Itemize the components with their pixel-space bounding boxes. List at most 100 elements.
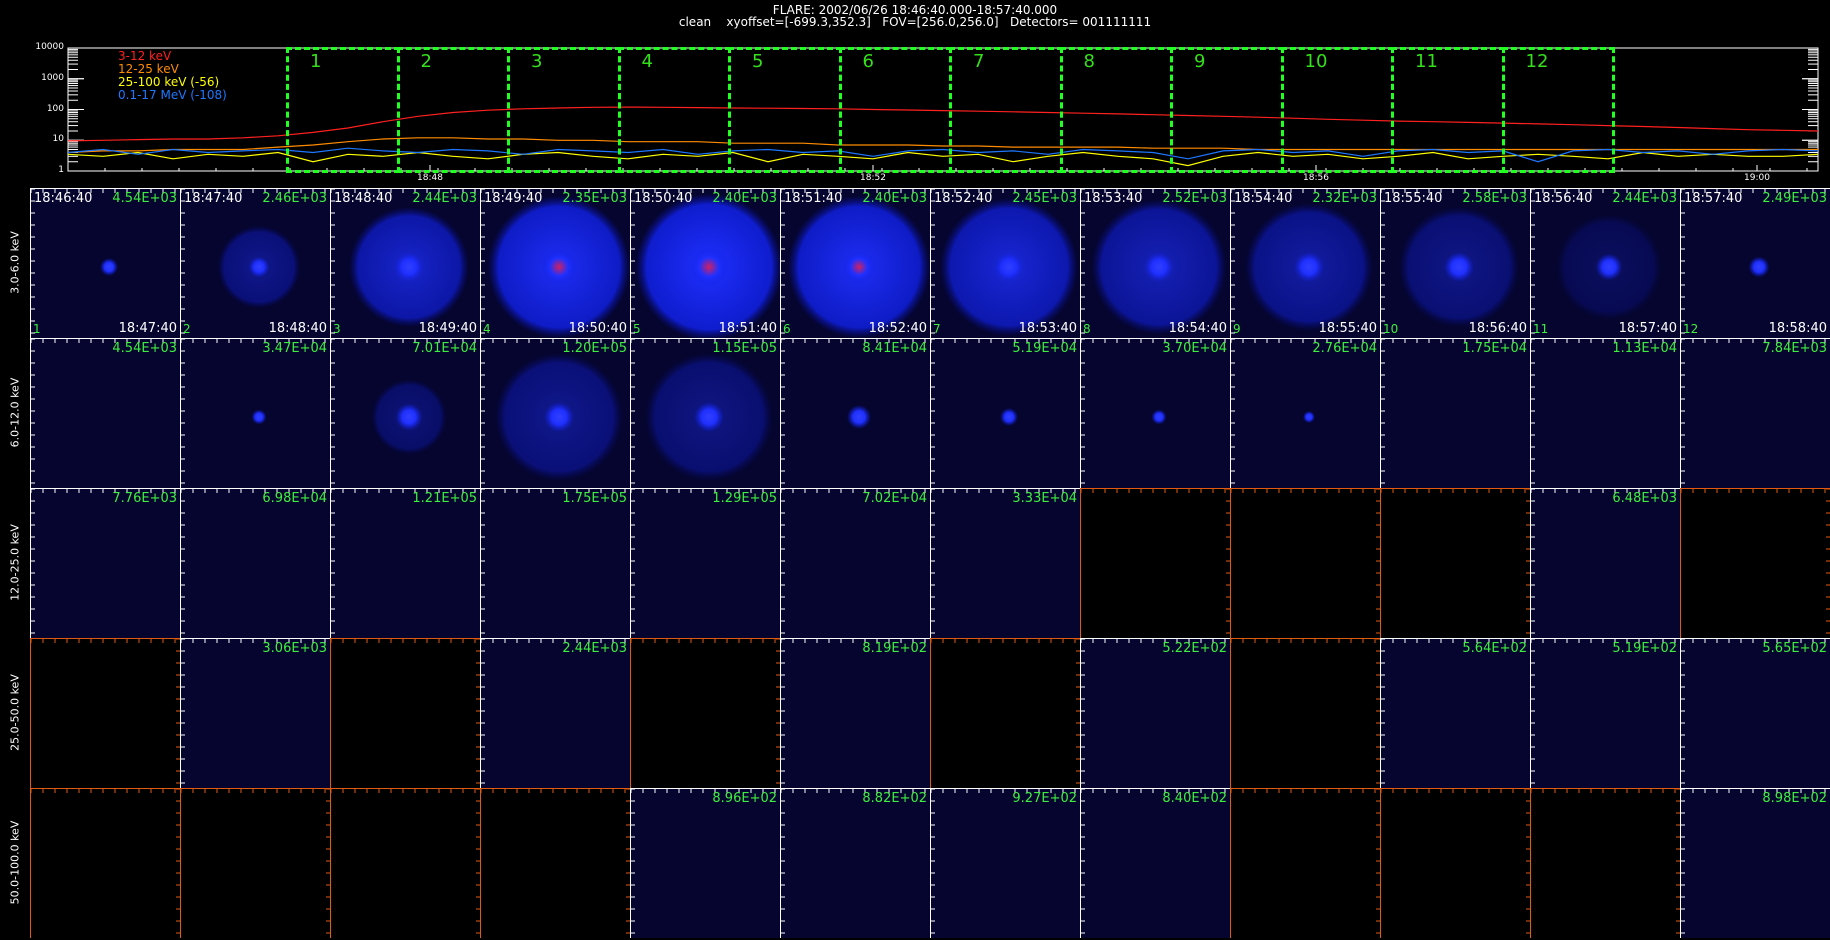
source-image: [1381, 339, 1526, 484]
source-image: [1381, 189, 1526, 334]
y-tick-label: 10000: [35, 42, 64, 52]
peak-value: 7.84E+03: [1762, 341, 1827, 356]
source-core: [1000, 408, 1018, 426]
source-image: [1681, 789, 1826, 934]
image-cell: 5.65E+02: [1680, 638, 1830, 788]
image-cell: [1530, 788, 1680, 938]
source-image: [631, 339, 776, 484]
peak-value: 2.44E+03: [412, 191, 477, 206]
end-time-label: 18:56:40: [1468, 321, 1527, 336]
peak-value: 9.27E+02: [1012, 791, 1077, 806]
image-cell: [1680, 488, 1830, 638]
source-image: [481, 639, 626, 784]
image-cell: [1230, 788, 1380, 938]
interval-index: 3: [333, 322, 341, 336]
end-time-label: 18:54:40: [1168, 321, 1227, 336]
lightcurve-axes: [67, 47, 1819, 172]
peak-value: 7.01E+04: [412, 341, 477, 356]
plot-subtitle: clean xyoffset=[-699.3,352.3] FOV=[256.0…: [678, 15, 1152, 29]
peak-value: 5.64E+02: [1462, 641, 1527, 656]
source-image: [31, 189, 176, 334]
interval-index: 12: [1683, 322, 1699, 336]
lightcurve-plot: [67, 47, 1819, 172]
source-image: [781, 789, 926, 934]
image-cell: 2.44E+03 18:56:40 18:57:40 11: [1530, 188, 1680, 338]
image-cell: 5.19E+04: [930, 338, 1080, 488]
source-core: [847, 405, 871, 429]
source-image: [1681, 639, 1826, 784]
source-image: [31, 489, 176, 634]
source-image: [781, 189, 930, 338]
image-cell: 3.33E+04: [930, 488, 1080, 638]
start-time-label: 18:48:40: [334, 191, 393, 206]
image-cell: [1380, 788, 1530, 938]
time-window-label: 10: [1304, 51, 1328, 72]
image-cell: 2.49E+03 18:57:40 18:58:40 12: [1680, 188, 1830, 338]
y-tick-label: 100: [46, 103, 64, 114]
source-image: [631, 789, 776, 934]
peak-value: 2.40E+03: [862, 191, 927, 206]
source-image: [1531, 189, 1676, 334]
image-grid: 3.0-6.0 keV 4.54E+03 18:46:40 18:47:40 1 2.46…: [0, 188, 1830, 940]
source-image: [931, 489, 1076, 634]
source-image: [781, 639, 926, 784]
source-core: [689, 247, 729, 287]
source-core: [1151, 409, 1167, 425]
time-window-label: 11: [1415, 51, 1438, 72]
peak-value: 1.29E+05: [712, 491, 777, 506]
peak-value: 8.40E+02: [1162, 791, 1227, 806]
lightcurve-legend: 3-12 keV 12-25 keV 25-100 keV (-56) 0.1-…: [118, 50, 227, 102]
source-image: [331, 339, 476, 484]
image-cell: [30, 788, 180, 938]
row-energy-label: 6.0-12.0 keV: [8, 377, 22, 448]
peak-value: 1.13E+04: [1612, 341, 1677, 356]
time-window-label: 7: [973, 51, 985, 72]
image-cell: 2.76E+04: [1230, 338, 1380, 488]
start-time-label: 18:56:40: [1534, 191, 1593, 206]
empty-axes: [481, 789, 630, 934]
peak-value: 5.19E+04: [1012, 341, 1077, 356]
row-energy-label: 25.0-50.0 keV: [8, 674, 22, 751]
interval-index: 10: [1383, 322, 1399, 336]
image-cell: 1.75E+04: [1380, 338, 1530, 488]
image-cell: 9.27E+02: [930, 788, 1080, 938]
source-image: [1231, 189, 1376, 334]
peak-value: 7.02E+04: [862, 491, 927, 506]
end-time-label: 18:58:40: [1768, 321, 1827, 336]
peak-value: 3.06E+03: [262, 641, 327, 656]
y-tick-label: 10: [52, 134, 64, 145]
peak-value: 2.76E+04: [1312, 341, 1377, 356]
peak-value: 3.33E+04: [1012, 491, 1077, 506]
peak-value: 1.21E+05: [412, 491, 477, 506]
source-image: [481, 489, 626, 634]
image-cell: 1.21E+05: [330, 488, 480, 638]
source-core: [248, 256, 270, 278]
source-image: [31, 339, 176, 484]
image-cell: [930, 638, 1080, 788]
y-tick-label: 1000: [41, 72, 64, 83]
source-image: [1081, 639, 1226, 784]
source-core: [994, 252, 1024, 282]
start-time-label: 18:47:40: [184, 191, 243, 206]
source-image: [181, 339, 326, 484]
start-time-label: 18:54:40: [1234, 191, 1293, 206]
image-cell: [630, 638, 780, 788]
image-cell: 7.84E+03: [1680, 338, 1830, 488]
end-time-label: 18:57:40: [1618, 321, 1677, 336]
image-cell: 1.13E+04: [1530, 338, 1680, 488]
source-image: [781, 489, 926, 634]
interval-index: 7: [933, 322, 941, 336]
source-core: [1144, 252, 1174, 282]
peak-value: 2.58E+03: [1462, 191, 1527, 206]
peak-value: 2.35E+03: [562, 191, 627, 206]
empty-axes: [31, 639, 180, 784]
interval-index: 8: [1083, 322, 1091, 336]
peak-value: 2.46E+03: [262, 191, 327, 206]
image-cell: 1.29E+05: [630, 488, 780, 638]
source-image: [481, 189, 630, 338]
y-tick-label: 1: [58, 165, 64, 175]
image-cell: 8.19E+02: [780, 638, 930, 788]
image-cell: 8.40E+02: [1080, 788, 1230, 938]
empty-axes: [1381, 489, 1530, 634]
x-tick-label: 18:56: [1303, 173, 1329, 183]
